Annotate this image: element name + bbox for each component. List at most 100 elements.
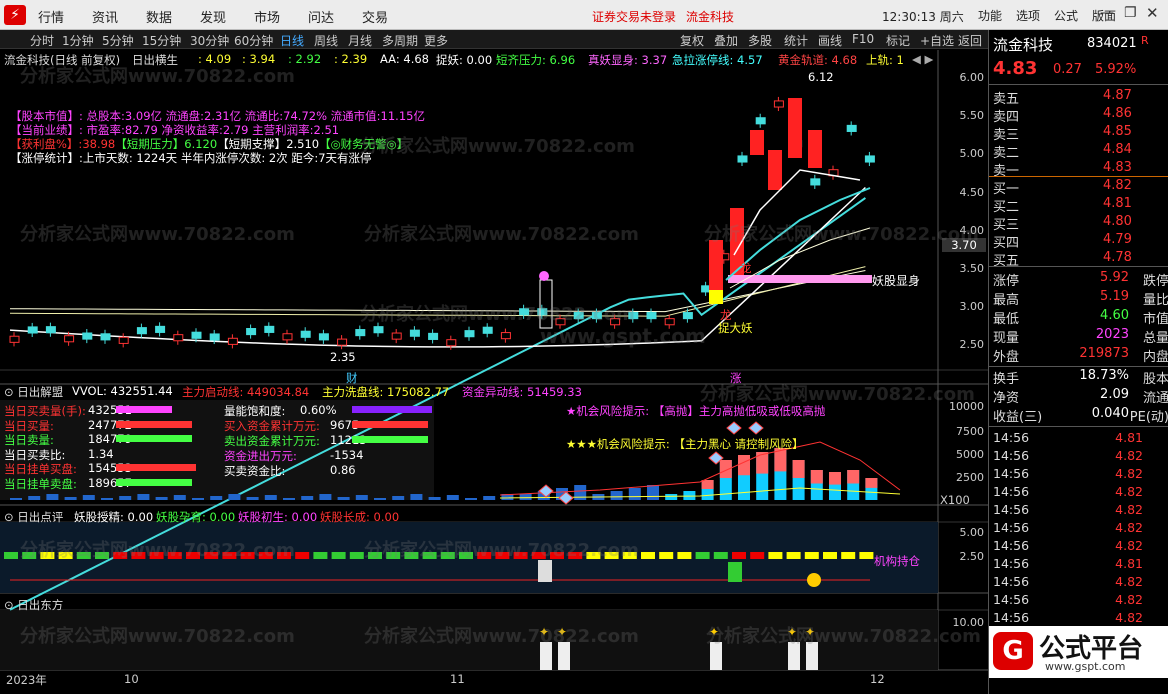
volume-bar [519, 494, 532, 500]
toolbar-button[interactable]: 统计 [784, 32, 808, 49]
close-icon[interactable]: ✕ [1146, 4, 1159, 22]
quote-panel: 流金科技 834021 R 4.83 0.27 5.92% 卖五 4.87 卖四 4.… [988, 30, 1168, 694]
period-tab[interactable]: 周线 [314, 32, 338, 49]
stat-label: 外盘 [993, 350, 1020, 365]
volume-bar [483, 496, 496, 500]
ask-row[interactable]: 卖二 4.84 [993, 142, 1165, 161]
menu-item[interactable]: 数据 [146, 7, 172, 26]
volume-bar [173, 495, 186, 500]
tick-time: 14:56 [993, 520, 1030, 535]
period-tab[interactable]: 月线 [348, 32, 372, 49]
menu-item[interactable]: 市场 [254, 7, 280, 26]
candle-body [136, 327, 147, 335]
divider [989, 84, 1168, 85]
period-tab[interactable]: 多周期 [382, 32, 418, 49]
status-square [677, 552, 692, 559]
panel4-title[interactable]: ⊙ 日出东方 [4, 597, 63, 613]
candle-body [428, 332, 439, 340]
period-tab[interactable]: 5分钟 [102, 32, 134, 49]
status-square [331, 552, 346, 559]
big-candle [788, 98, 802, 158]
p2-left-bar [116, 478, 192, 486]
p2-left-bar [116, 464, 196, 471]
stat-label: 涨停 [993, 274, 1020, 289]
menu-item[interactable]: 资讯 [92, 7, 118, 26]
tick-row: 14:56 4.82 [993, 448, 1153, 466]
bid-row[interactable]: 买二 4.81 [993, 196, 1165, 215]
bid-label: 买二 [993, 200, 1020, 215]
ask-row[interactable]: 卖五 4.87 [993, 88, 1165, 107]
toolbar-button[interactable]: F10 [852, 32, 874, 46]
p3-c: 妖股初生: 0.00 [238, 510, 318, 524]
status-square [804, 552, 819, 559]
ind-zys: 真妖显身: 3.37 [588, 53, 668, 67]
toolbar-button[interactable]: 画线 [818, 32, 842, 49]
risk-tip-2: ★★★机会风险提示: 【主力黑心 请控制风险】 [566, 437, 804, 451]
toolbar-button[interactable]: 标记 [886, 32, 910, 49]
candle-body [409, 329, 420, 337]
p2-mid-label: 量能饱和度: [224, 404, 286, 418]
toolbar-button[interactable]: 返回 [958, 32, 982, 49]
toolbar-button[interactable]: 复权 [680, 32, 704, 49]
ask-row[interactable]: 卖四 4.86 [993, 106, 1165, 125]
toolbar-button[interactable]: +自选 [920, 32, 954, 49]
p3-a: 妖股授精: 0.00 [74, 510, 154, 524]
period-tab[interactable]: 15分钟 [142, 32, 181, 49]
right-menu-item[interactable]: 功能 [978, 7, 1002, 24]
ask-row[interactable]: 卖三 4.85 [993, 124, 1165, 143]
p2-zl: 主力启动线: 449034.84 [182, 385, 310, 399]
period-tab[interactable]: 60分钟 [234, 32, 273, 49]
menu-item[interactable]: 交易 [362, 7, 388, 26]
panel3-title[interactable]: ⊙ 日出点评 [4, 509, 63, 525]
ask-price: 4.85 [1103, 124, 1132, 139]
menu-item[interactable]: 问达 [308, 7, 334, 26]
volume-bar [283, 498, 295, 500]
divider [989, 426, 1168, 427]
toolbar-button[interactable]: 多股 [748, 32, 772, 49]
indicator-arrows-icon[interactable]: ◀ ▶ [912, 52, 933, 66]
bid-row[interactable]: 买一 4.82 [993, 178, 1165, 197]
ind-v4: : 2.39 [334, 52, 368, 66]
volume-bar-top [847, 470, 860, 484]
menu-item[interactable]: 行情 [38, 7, 64, 26]
stat-label-2: 市值 [1142, 312, 1168, 327]
bid-row[interactable]: 买三 4.80 [993, 214, 1165, 233]
bid-price: 4.81 [1103, 196, 1132, 211]
stat-label: 净资 [993, 391, 1020, 406]
p2-mid-bar [352, 406, 432, 413]
period-tab[interactable]: 1分钟 [62, 32, 94, 49]
panel2-title[interactable]: ⊙ 日出解盟 [4, 384, 63, 400]
tick-time: 14:56 [993, 610, 1030, 625]
bid-label: 买四 [993, 236, 1020, 251]
volume-bar-top [810, 470, 823, 484]
p2-zj: 资金异动线: 51459.33 [462, 385, 582, 399]
menu-item[interactable]: 发现 [200, 7, 226, 26]
volume-bar-top [756, 452, 769, 474]
period-tab[interactable]: 日线 [280, 32, 304, 49]
minimize-icon[interactable]: — [1100, 5, 1114, 21]
p2-left-bar [116, 420, 192, 428]
bid-label: 买三 [993, 218, 1020, 233]
toolbar-button[interactable]: 叠加 [714, 32, 738, 49]
period-tab[interactable]: 分时 [30, 32, 54, 49]
tick-price: 4.82 [1115, 502, 1143, 517]
period-tab[interactable]: 30分钟 [190, 32, 229, 49]
price-axis-label: 6.00 [959, 71, 985, 84]
chart-area[interactable]: ✦ ✦ ✦ ✦ ✦ 流金科技(日线 前复权) 日出横生 : 4.09 : 3.94 : … [0, 50, 988, 694]
right-menu-item[interactable]: 公式 [1054, 7, 1078, 24]
price-axis-label: 3.50 [959, 262, 985, 275]
tick-row: 14:56 4.82 [993, 466, 1153, 484]
p2-left-value: 1.34 [88, 446, 114, 461]
status-square [4, 552, 18, 559]
maximize-icon[interactable]: ❐ [1124, 5, 1137, 21]
watermark-3: 分析家公式网www.70822.com [20, 224, 295, 245]
panel2-title-text: 日出解盟 [17, 385, 64, 399]
period-tab[interactable]: 更多 [424, 32, 448, 49]
candle-body [300, 330, 311, 338]
volume-bar [82, 495, 95, 500]
status-square [732, 552, 746, 559]
volume-bar [264, 495, 277, 500]
login-notice[interactable]: 证券交易未登录 [592, 8, 676, 25]
right-menu-item[interactable]: 选项 [1016, 7, 1040, 24]
bid-row[interactable]: 买四 4.79 [993, 232, 1165, 251]
